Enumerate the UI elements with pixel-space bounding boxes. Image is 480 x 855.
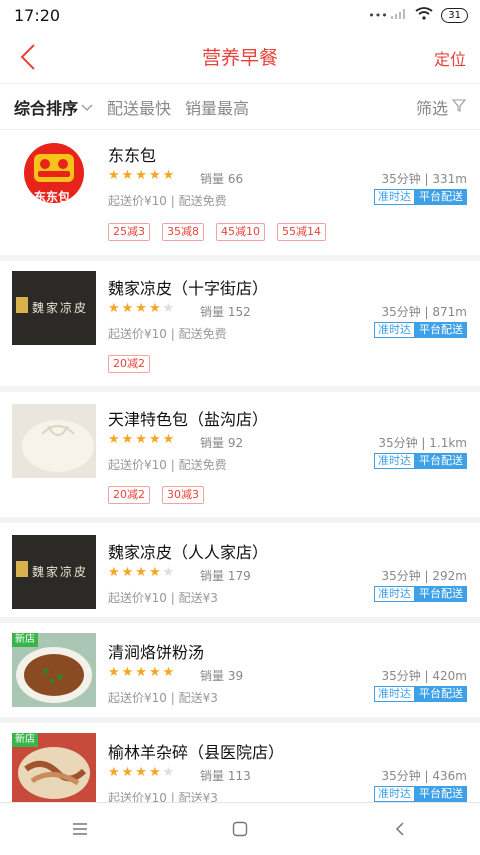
shop-min-fee: 起送价¥10 | 配送¥3: [108, 591, 218, 605]
promo-tag: 55减14: [277, 223, 326, 241]
new-shop-badge: 新店: [12, 733, 38, 747]
shop-time-distance: 35分钟 | 436m: [381, 769, 467, 783]
shop-logo: 魏家凉皮: [12, 535, 96, 609]
delivery-badges: 准时达 平台配送: [374, 586, 467, 602]
rating-stars: ★★★★★: [108, 301, 177, 316]
signal-icon: •••: [368, 8, 407, 22]
battery-indicator: 31: [441, 7, 468, 23]
shop-logo-text: 东东包: [34, 190, 71, 204]
shop-card[interactable]: 东东包 东东包 ★★★★★ 销量 66 35分钟 | 331m 起送价¥10 |…: [0, 130, 480, 255]
shop-name: 东东包: [108, 146, 157, 165]
shop-photo: 新店: [12, 633, 96, 707]
sort-comprehensive[interactable]: 综合排序: [14, 95, 93, 119]
filter-button[interactable]: 筛选: [415, 95, 467, 119]
shop-photo: [12, 404, 96, 478]
shop-time-distance: 35分钟 | 420m: [381, 669, 467, 683]
top-navbar: 营养早餐 定位: [0, 30, 480, 84]
menu-icon[interactable]: [60, 809, 100, 849]
shop-logo: 东东包: [12, 140, 96, 214]
shop-min-fee: 起送价¥10 | 配送免费: [108, 458, 227, 472]
shop-time-distance: 35分钟 | 331m: [381, 172, 467, 186]
platform-delivery-badge: 平台配送: [415, 189, 467, 205]
rating-stars: ★★★★★: [108, 168, 177, 183]
shop-sales: 销量 92: [200, 436, 244, 450]
promo-tag: 45减10: [216, 223, 265, 241]
shop-time-distance: 35分钟 | 871m: [381, 305, 467, 319]
shop-logo-text: 魏家凉皮: [32, 565, 89, 579]
status-bar: 17:20 ••• 31: [0, 0, 480, 30]
filter-icon: [451, 97, 467, 116]
shop-sales: 销量 179: [200, 569, 251, 583]
home-square-icon[interactable]: [220, 809, 260, 849]
rating-stars: ★★★★★: [108, 765, 177, 780]
sort-comprehensive-label: 综合排序: [14, 98, 79, 118]
back-arrow-icon[interactable]: [14, 42, 44, 72]
shop-min-fee: 起送价¥10 | 配送免费: [108, 194, 227, 208]
delivery-badges: 准时达 平台配送: [374, 786, 467, 802]
platform-delivery-badge: 平台配送: [415, 586, 467, 602]
promo-list: 20减2 30减3: [108, 486, 204, 504]
promo-list: 25减3 35减8 45减10 55减14: [108, 223, 326, 241]
locate-button[interactable]: 定位: [434, 46, 466, 70]
promo-tag: 35减8: [162, 223, 204, 241]
wifi-icon: [415, 7, 433, 23]
sort-fastest[interactable]: 配送最快: [107, 95, 171, 119]
sort-bestselling[interactable]: 销量最高: [185, 95, 249, 119]
platform-delivery-badge: 平台配送: [415, 453, 467, 469]
shop-logo-text: 魏家凉皮: [32, 301, 89, 315]
shop-card[interactable]: 新店 清涧烙饼粉汤 ★★★★★ 销量 39 35分钟 | 420m 起送价¥10…: [0, 623, 480, 717]
rating-stars: ★★★★★: [108, 432, 177, 447]
shop-photo: 新店: [12, 733, 96, 807]
rating-stars: ★★★★★: [108, 565, 177, 580]
filter-label: 筛选: [415, 98, 448, 118]
status-time: 17:20: [14, 5, 61, 25]
delivery-badges: 准时达 平台配送: [374, 686, 467, 702]
rating-stars: ★★★★★: [108, 665, 177, 680]
page-title: 营养早餐: [201, 47, 278, 69]
platform-delivery-badge: 平台配送: [415, 786, 467, 802]
ontime-badge: 准时达: [374, 322, 415, 338]
shop-time-distance: 35分钟 | 1.1km: [378, 436, 467, 450]
shop-card[interactable]: 魏家凉皮 魏家凉皮（人人家店） ★★★★★ 销量 179 35分钟 | 292m…: [0, 523, 480, 617]
delivery-badges: 准时达 平台配送: [374, 322, 467, 338]
shop-name: 魏家凉皮（十字街店）: [108, 279, 269, 298]
shop-name: 天津特色包（盐沟店）: [108, 410, 269, 429]
delivery-badges: 准时达 平台配送: [374, 189, 467, 205]
sort-bar: 综合排序 配送最快 销量最高 筛选: [0, 84, 480, 130]
promo-tag: 20减2: [108, 355, 150, 373]
shop-list: 东东包 东东包 ★★★★★ 销量 66 35分钟 | 331m 起送价¥10 |…: [0, 130, 480, 823]
chevron-down-icon: [81, 97, 93, 116]
shop-time-distance: 35分钟 | 292m: [381, 569, 467, 583]
status-icons: ••• 31: [368, 7, 468, 23]
shop-sales: 销量 39: [200, 669, 244, 683]
system-nav-bar: [0, 802, 480, 855]
delivery-badges: 准时达 平台配送: [374, 453, 467, 469]
ontime-badge: 准时达: [374, 189, 415, 205]
shop-name: 榆林羊杂碎（县医院店）: [108, 743, 285, 762]
logo-emblem: [16, 561, 28, 577]
platform-delivery-badge: 平台配送: [415, 686, 467, 702]
promo-tag: 30减3: [162, 486, 204, 504]
ontime-badge: 准时达: [374, 586, 415, 602]
logo-emblem: [16, 297, 28, 313]
shop-name: 魏家凉皮（人人家店）: [108, 543, 269, 562]
shop-min-fee: 起送价¥10 | 配送¥3: [108, 691, 218, 705]
shop-card[interactable]: 天津特色包（盐沟店） ★★★★★ 销量 92 35分钟 | 1.1km 起送价¥…: [0, 392, 480, 517]
shop-sales: 销量 66: [200, 172, 244, 186]
ontime-badge: 准时达: [374, 453, 415, 469]
promo-tag: 20减2: [108, 486, 150, 504]
promo-tag: 25减3: [108, 223, 150, 241]
promo-list: 20减2: [108, 355, 150, 373]
new-shop-badge: 新店: [12, 633, 38, 647]
ontime-badge: 准时达: [374, 686, 415, 702]
platform-delivery-badge: 平台配送: [415, 322, 467, 338]
back-chevron-icon[interactable]: [380, 809, 420, 849]
shop-sales: 销量 152: [200, 305, 251, 319]
ontime-badge: 准时达: [374, 786, 415, 802]
shop-sales: 销量 113: [200, 769, 251, 783]
shop-logo: 魏家凉皮: [12, 271, 96, 345]
shop-name: 清涧烙饼粉汤: [108, 643, 205, 662]
shop-min-fee: 起送价¥10 | 配送免费: [108, 327, 227, 341]
shop-card[interactable]: 魏家凉皮 魏家凉皮（十字街店） ★★★★★ 销量 152 35分钟 | 871m…: [0, 261, 480, 386]
